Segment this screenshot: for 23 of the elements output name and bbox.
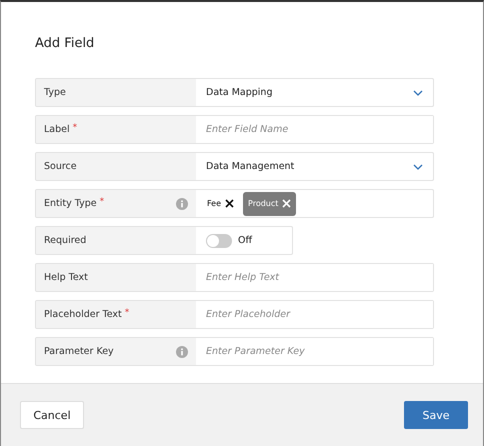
field-label: Entity Type [44,198,97,209]
toggle-switch[interactable] [206,234,232,248]
close-icon[interactable] [225,199,234,208]
required-mark: * [124,308,130,318]
entity-tag[interactable]: Product [243,192,296,216]
info-icon[interactable] [176,346,188,358]
required-mark: * [100,197,104,207]
field-label: Parameter Key [44,346,114,357]
form-field[interactable]: Parameter Key Enter Parameter Key [35,337,434,366]
field-label: Placeholder Text [44,309,122,320]
form-field[interactable]: Placeholder Text * Enter Placeholder [35,300,434,329]
required-mark: * [72,123,78,133]
field-label: Required [44,235,86,246]
save-button[interactable]: Save [404,401,468,429]
form-field[interactable]: Help Text Enter Help Text [35,263,434,292]
form-field[interactable]: Label * Enter Field Name [35,115,434,144]
field-label: Help Text [44,272,88,283]
info-icon[interactable] [176,198,188,210]
toggle-state: Off [238,235,252,246]
entity-tag[interactable]: Fee [202,192,240,216]
field-label: Label [44,124,70,135]
cancel-button[interactable]: Cancel [20,401,84,429]
dialog-title: Add Field [35,36,96,51]
